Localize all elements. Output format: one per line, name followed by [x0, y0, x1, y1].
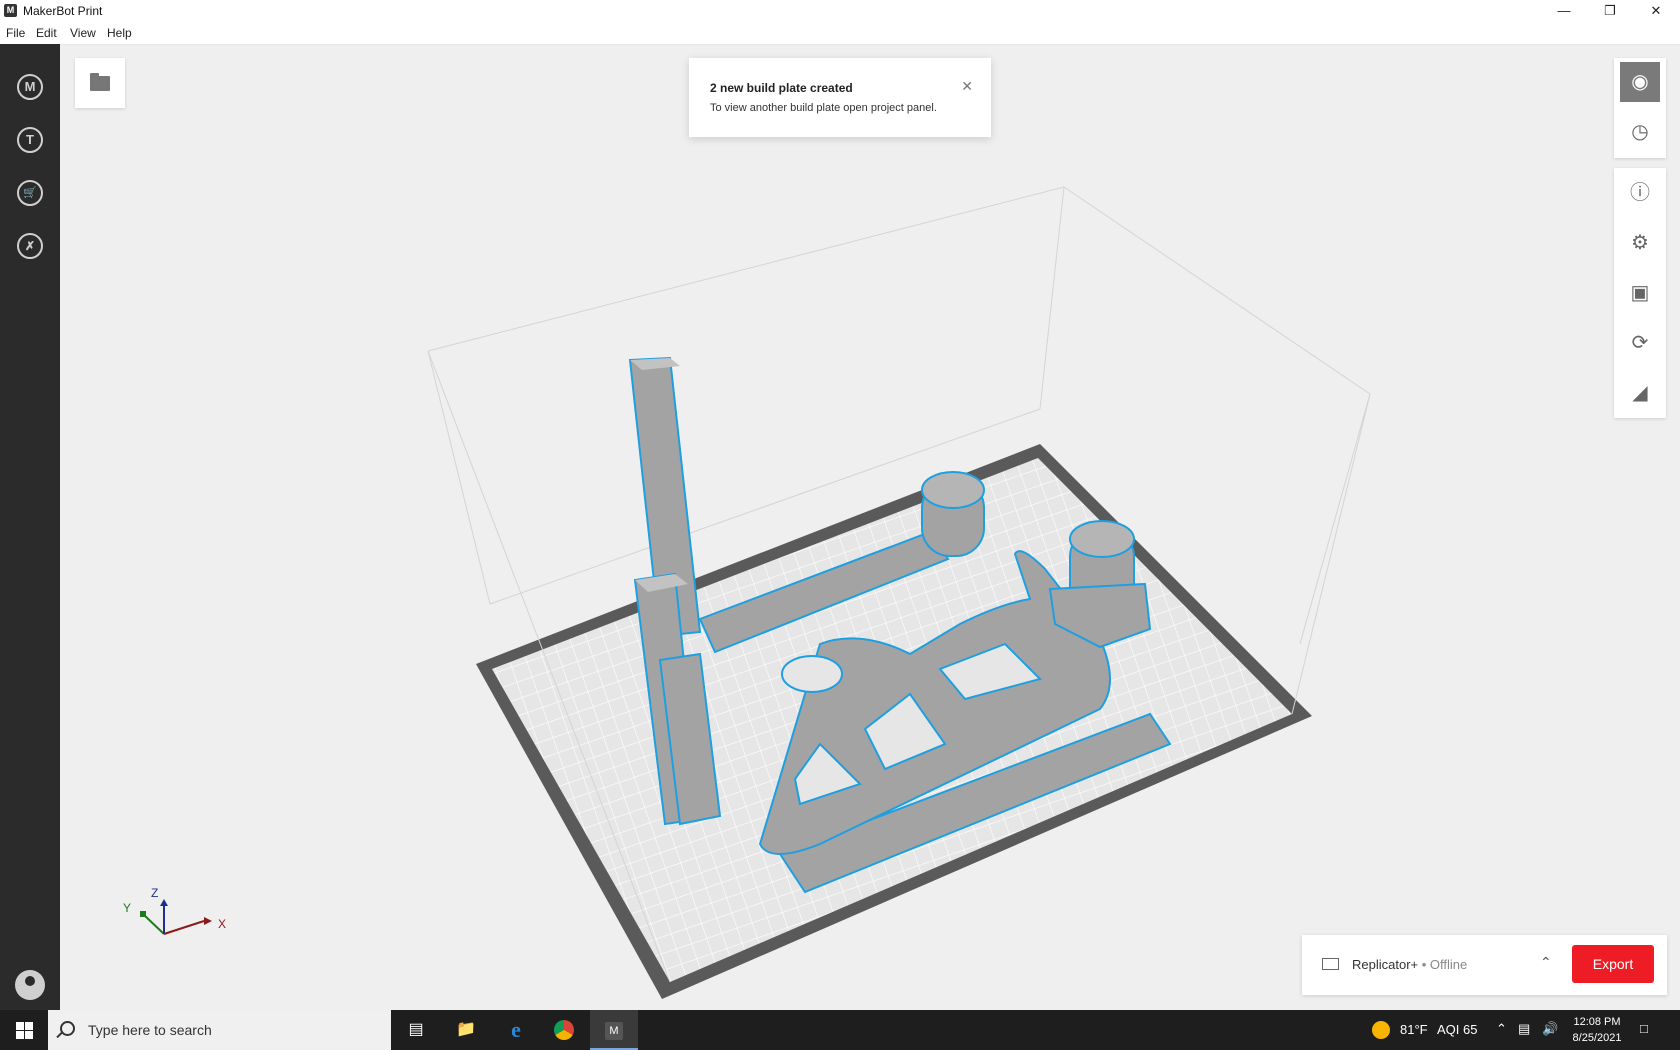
search-icon — [60, 1021, 75, 1036]
axis-indicator: X Y Z — [123, 886, 226, 935]
edge-browser-icon[interactable]: e — [492, 1010, 540, 1050]
title-bar: M MakerBot Print — ❐ ✕ — [0, 0, 1680, 22]
axis-z-label: Z — [151, 886, 158, 900]
weather-aqi[interactable]: AQI 65 — [1437, 1022, 1477, 1037]
notifications-icon[interactable]: □ — [1640, 1021, 1648, 1036]
print-preview-icon[interactable]: ◷ — [1620, 112, 1660, 152]
printer-selector[interactable]: Replicator+ • Offline — [1352, 957, 1467, 972]
settings-gear-icon[interactable]: ⚙ — [1620, 223, 1660, 263]
chevron-up-icon[interactable]: ⌃ — [1540, 954, 1552, 971]
taskbar-clock[interactable]: 12:08 PM 8/25/2021 — [1562, 1014, 1632, 1046]
account-avatar-icon[interactable] — [15, 970, 45, 1000]
axis-y-label: Y — [123, 901, 131, 915]
printer-icon — [1322, 958, 1339, 970]
view-3d-icon[interactable]: ◉ — [1620, 62, 1660, 102]
show-hidden-icons-icon[interactable]: ⌃ — [1496, 1021, 1507, 1037]
clock-time: 12:08 PM — [1573, 1016, 1621, 1028]
printer-name: Replicator+ — [1352, 957, 1419, 972]
menu-edit[interactable]: Edit — [36, 26, 57, 40]
notification-toast: 2 new build plate created To view anothe… — [689, 58, 991, 137]
store-cart-icon[interactable]: 🛒 — [17, 180, 43, 206]
toast-message: To view another build plate open project… — [710, 102, 937, 114]
windows-logo-icon — [16, 1022, 33, 1039]
makerbot-taskbar-icon[interactable]: M — [590, 1010, 638, 1050]
menu-bar: File Edit View Help — [0, 22, 1680, 45]
printer-status: • Offline — [1418, 957, 1468, 972]
clock-date: 8/25/2021 — [1572, 1032, 1622, 1044]
left-sidebar: M T 🛒 ✗ — [0, 44, 60, 1010]
windows-taskbar: Type here to search ▤ 📁 e M 81°F AQI 65 … — [0, 1010, 1680, 1050]
close-button[interactable]: ✕ — [1633, 0, 1679, 22]
menu-help[interactable]: Help — [107, 26, 132, 40]
info-icon[interactable]: ⓘ — [1620, 173, 1660, 213]
task-view-icon[interactable]: ▤ — [392, 1010, 440, 1050]
window-title: MakerBot Print — [23, 4, 103, 18]
close-icon[interactable]: ✕ — [961, 78, 973, 95]
weather-temp[interactable]: 81°F — [1400, 1022, 1428, 1037]
tools-panel: ⓘ ⚙ ▣ ⟳ ◢ — [1614, 168, 1666, 418]
start-button[interactable] — [0, 1010, 48, 1050]
taskbar-search-box[interactable]: Type here to search — [48, 1010, 391, 1050]
weather-sun-icon — [1372, 1021, 1390, 1039]
build-volume-viewport[interactable]: X Y Z — [60, 44, 1680, 1010]
file-explorer-icon[interactable]: 📁 — [442, 1010, 490, 1050]
thingiverse-icon[interactable]: T — [17, 127, 43, 153]
scale-icon[interactable]: ◢ — [1620, 373, 1660, 413]
axis-x-label: X — [218, 917, 226, 931]
minimize-button[interactable]: — — [1541, 0, 1587, 22]
menu-file[interactable]: File — [6, 26, 25, 40]
printer-bar: Replicator+ • Offline ⌃ Export — [1302, 935, 1667, 995]
view-mode-panel: ◉ ◷ — [1614, 58, 1666, 158]
export-button[interactable]: Export — [1572, 945, 1654, 983]
menu-view[interactable]: View — [70, 26, 96, 40]
chrome-icon[interactable] — [540, 1010, 588, 1050]
rotate-icon[interactable]: ⟳ — [1620, 323, 1660, 363]
arrange-icon[interactable]: ▣ — [1620, 273, 1660, 313]
makerbot-logo-icon[interactable]: M — [17, 74, 43, 100]
search-placeholder: Type here to search — [88, 1022, 212, 1038]
toast-title: 2 new build plate created — [710, 81, 853, 95]
network-icon[interactable]: ▤ — [1518, 1021, 1530, 1037]
restore-button[interactable]: ❐ — [1587, 0, 1633, 22]
tools-icon[interactable]: ✗ — [17, 233, 43, 259]
makerbot-m-icon: M — [4, 4, 17, 17]
volume-icon[interactable]: 🔊 — [1542, 1021, 1558, 1037]
